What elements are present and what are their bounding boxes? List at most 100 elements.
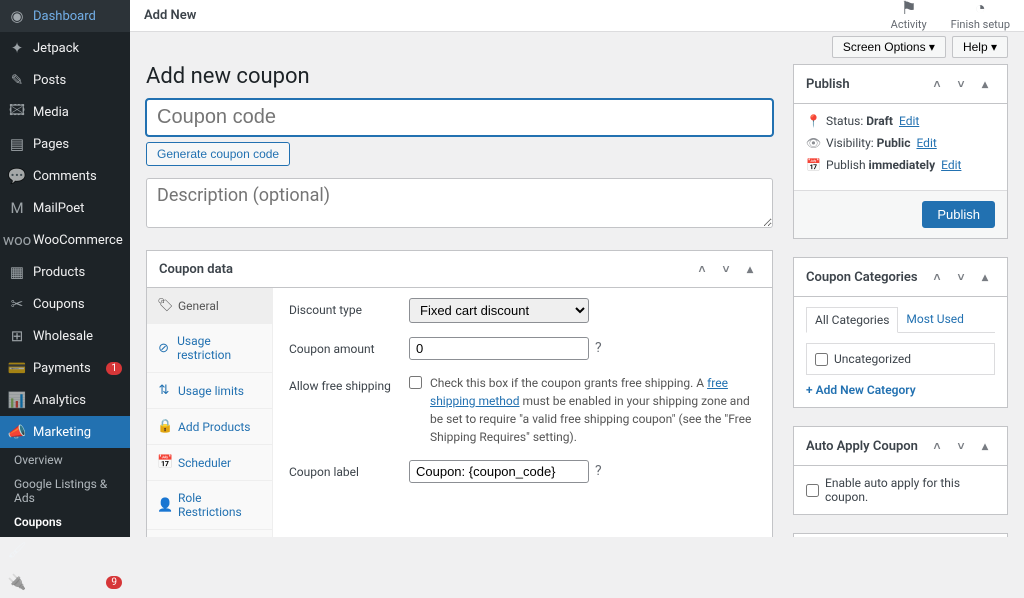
category-label: Uncategorized xyxy=(834,352,911,366)
help-button[interactable]: Help ▾ xyxy=(952,36,1008,58)
sidebar-item-marketing[interactable]: 📣 Marketing xyxy=(0,416,130,448)
chevron-up-icon[interactable]: ˄ xyxy=(927,74,947,94)
sidebar-item-label: Appearance xyxy=(33,543,102,558)
screen-options-button[interactable]: Screen Options ▾ xyxy=(832,36,946,58)
tab-role-restrictions[interactable]: 👤Role Restrictions xyxy=(147,481,272,530)
auto-apply-title: Auto Apply Coupon xyxy=(806,439,918,454)
activity-label: Activity xyxy=(891,18,927,31)
publish-title: Publish xyxy=(806,77,850,92)
chevron-down-icon[interactable]: ˅ xyxy=(716,259,736,279)
sidebar-item-label: Pages xyxy=(33,137,69,152)
sidebar-item-label: Posts xyxy=(33,73,66,88)
generate-coupon-code-button[interactable]: Generate coupon code xyxy=(146,142,290,166)
activity-button[interactable]: ⚑Activity xyxy=(891,0,927,31)
tab-usage-restriction[interactable]: ⊘Usage restriction xyxy=(147,324,272,373)
sidebar-item-plugins[interactable]: 🔌Plugins9 xyxy=(0,566,130,598)
tab-scheduler[interactable]: 📅 Scheduler xyxy=(147,445,272,481)
chevron-up-icon[interactable]: ˄ xyxy=(927,267,947,287)
discount-type-label: Discount type xyxy=(289,298,409,317)
page-breadcrumb: Add New xyxy=(144,8,196,23)
description-textarea[interactable] xyxy=(146,178,773,228)
sidebar-item-label: Payments xyxy=(33,361,91,376)
help-icon[interactable]: ? xyxy=(595,340,602,356)
sidebar-item-wholesale[interactable]: ⊞Wholesale xyxy=(0,320,130,352)
lock-icon: 🔒 xyxy=(157,419,171,434)
sidebar-item-products[interactable]: ▦Products xyxy=(0,256,130,288)
tab-label: Scheduler xyxy=(178,456,231,470)
caret-up-icon[interactable]: ▴ xyxy=(740,259,760,279)
chevron-down-icon[interactable]: ˅ xyxy=(951,267,971,287)
auto-apply-checkbox[interactable] xyxy=(806,484,819,497)
marketing-icon: 📣 xyxy=(8,423,26,441)
tab-payment-methods-restriction[interactable]: 💳Payment Methods Restriction xyxy=(147,530,272,537)
sidebar-item-mailpoet[interactable]: MMailPoet xyxy=(0,192,130,224)
publish-button[interactable]: Publish xyxy=(922,201,995,228)
calendar-icon: 📅 xyxy=(806,158,820,172)
dashboard-icon: ◉ xyxy=(8,7,26,25)
sidebar-item-label: Marketing xyxy=(33,425,91,440)
finish-setup-button[interactable]: ◔Finish setup xyxy=(951,0,1010,31)
sidebar-item-payments[interactable]: 💳Payments1 xyxy=(0,352,130,384)
status-text: Status: Draft xyxy=(826,114,893,128)
category-checkbox-uncategorized[interactable] xyxy=(815,353,828,366)
coupons-icon: ✂ xyxy=(8,295,26,313)
sidebar-item-coupons[interactable]: ✂ Coupons xyxy=(0,288,130,320)
appearance-icon: 🖌 xyxy=(8,541,26,559)
chevron-down-icon[interactable]: ˅ xyxy=(951,74,971,94)
calendar-icon: 📅 xyxy=(157,455,171,470)
chevron-up-icon[interactable]: ˄ xyxy=(692,259,712,279)
categories-title: Coupon Categories xyxy=(806,270,918,285)
chevron-up-icon[interactable]: ˄ xyxy=(927,436,947,456)
tab-most-used[interactable]: Most Used xyxy=(898,307,972,332)
general-panel: Discount type Fixed cart discount Coupon… xyxy=(273,288,772,537)
discount-type-select[interactable]: Fixed cart discount xyxy=(409,298,589,323)
coupon-code-input[interactable] xyxy=(146,99,773,136)
sidebar-item-appearance[interactable]: 🖌 Appearance xyxy=(0,534,130,566)
add-new-category-link[interactable]: + Add New Category xyxy=(806,383,916,397)
tab-label: Usage limits xyxy=(178,384,244,398)
wholesale-icon: ⊞ xyxy=(8,327,26,345)
sidebar-sub-overview[interactable]: Overview xyxy=(0,448,130,472)
publish-date-text: Publish immediately xyxy=(826,158,935,172)
tab-all-categories[interactable]: All Categories xyxy=(806,307,898,333)
block-icon: ⊘ xyxy=(157,341,170,356)
help-icon[interactable]: ? xyxy=(595,463,602,479)
coupon-label-input[interactable] xyxy=(409,460,589,483)
sidebar-item-label: WooCommerce xyxy=(33,233,123,248)
sidebar-item-comments[interactable]: 💬Comments xyxy=(0,160,130,192)
tab-general[interactable]: 🏷General xyxy=(147,288,272,324)
caret-up-icon[interactable]: ▴ xyxy=(975,74,995,94)
chevron-down-icon[interactable]: ˅ xyxy=(951,436,971,456)
analytics-icon: 📊 xyxy=(8,391,26,409)
page-title: Add new coupon xyxy=(146,64,773,89)
sidebar-item-label: Jetpack xyxy=(33,41,79,56)
sidebar-item-jetpack[interactable]: ✦Jetpack xyxy=(0,32,130,64)
sidebar-item-label: Coupons xyxy=(33,297,85,312)
edit-status-link[interactable]: Edit xyxy=(899,114,919,128)
tab-label: General xyxy=(178,299,219,313)
pin-icon: ✎ xyxy=(8,71,26,89)
sidebar-sub-coupons[interactable]: Coupons xyxy=(0,510,130,534)
user-icon: 👤 xyxy=(157,498,171,513)
caret-up-icon[interactable]: ▴ xyxy=(975,267,995,287)
tab-usage-limits[interactable]: ⇅Usage limits xyxy=(147,373,272,409)
sidebar-item-analytics[interactable]: 📊Analytics xyxy=(0,384,130,416)
auto-apply-box: Auto Apply Coupon ˄˅▴ Enable auto apply … xyxy=(793,426,1008,515)
admin-sidebar: ◉Dashboard ✦Jetpack ✎ Posts 🖾 Media ▤Pages… xyxy=(0,0,130,537)
media-icon: 🖾 xyxy=(8,103,26,121)
sidebar-item-label: Media xyxy=(33,105,69,120)
edit-publish-date-link[interactable]: Edit xyxy=(941,158,961,172)
sidebar-item-woocommerce[interactable]: wooWooCommerce xyxy=(0,224,130,256)
coupon-amount-input[interactable] xyxy=(409,337,589,360)
sidebar-item-label: MailPoet xyxy=(33,201,84,216)
caret-up-icon[interactable]: ▴ xyxy=(975,436,995,456)
sidebar-item-media[interactable]: 🖾 Media xyxy=(0,96,130,128)
free-shipping-checkbox[interactable] xyxy=(409,376,422,389)
sidebar-sub-google-listings[interactable]: Google Listings & Ads xyxy=(0,472,130,510)
edit-visibility-link[interactable]: Edit xyxy=(916,136,936,150)
sidebar-item-pages[interactable]: ▤Pages xyxy=(0,128,130,160)
coupon-amount-label: Coupon amount xyxy=(289,337,409,356)
sidebar-item-posts[interactable]: ✎ Posts xyxy=(0,64,130,96)
tab-add-products[interactable]: 🔒Add Products xyxy=(147,409,272,445)
sidebar-item-dashboard[interactable]: ◉Dashboard xyxy=(0,0,130,32)
